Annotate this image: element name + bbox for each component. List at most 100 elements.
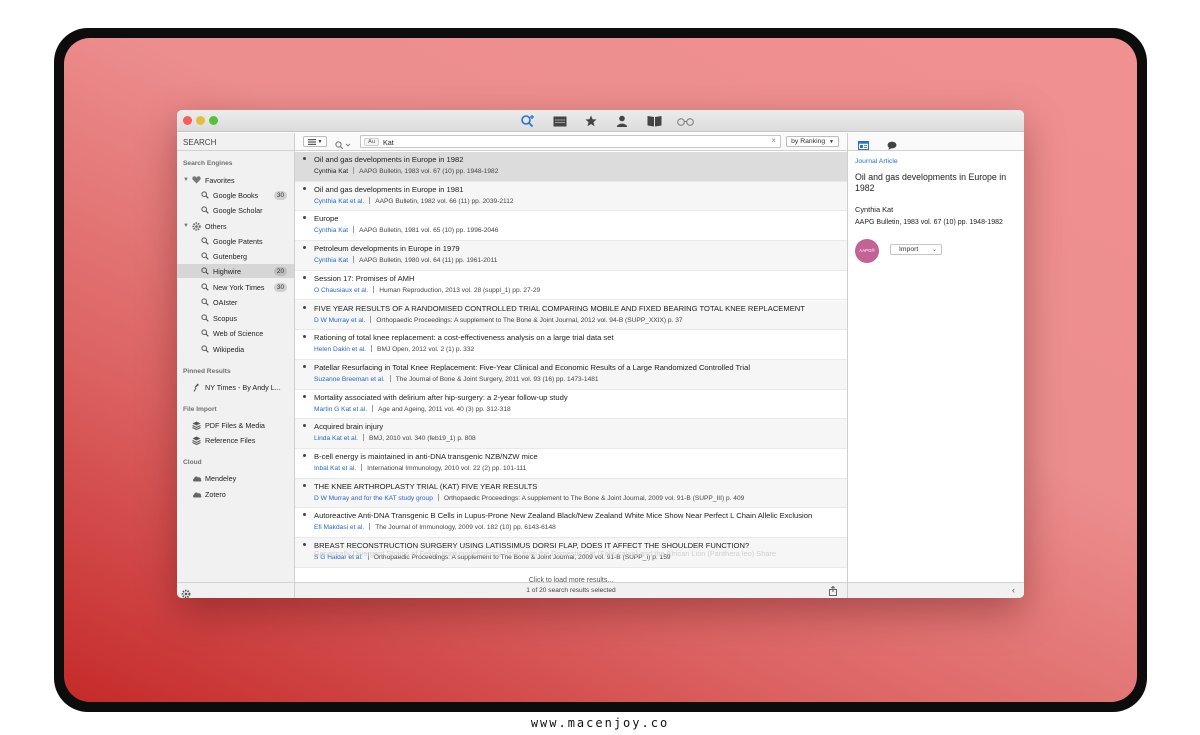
result-authors[interactable]: O Chausiaux et al. — [314, 287, 368, 294]
result-source: International Immunology, 2010 vol. 22 (… — [367, 465, 527, 472]
search-bar: Au × — [333, 135, 781, 150]
inbox-icon[interactable] — [551, 113, 569, 129]
info-card-icon[interactable] — [858, 137, 869, 155]
search-field[interactable]: Au × — [360, 135, 781, 148]
result-row[interactable]: Oil and gas developments in Europe in 19… — [295, 152, 847, 182]
chevron-down-icon: ▼ — [829, 139, 834, 145]
zoom-window-button[interactable] — [209, 116, 218, 125]
result-authors[interactable]: Efi Makdasi et al. — [314, 524, 364, 531]
star-icon[interactable] — [582, 113, 600, 129]
result-row[interactable]: Oil and gas developments in Europe in 19… — [295, 181, 847, 212]
result-meta: Helen Dakin et al. BMJ Open, 2012 vol. 2 … — [314, 345, 842, 353]
import-button[interactable]: Import ⌄ — [890, 244, 942, 255]
result-title: Oil and gas developments in Europe in 19… — [314, 184, 464, 194]
search-add-icon[interactable] — [519, 113, 537, 129]
result-title: Petroleum developments in Europe in 1979 — [314, 244, 460, 254]
list-icon — [307, 138, 316, 145]
share-icon[interactable] — [829, 585, 837, 598]
divider — [361, 464, 363, 471]
result-row[interactable]: Acquired brain injury Linda Kat et al. BMJ… — [295, 419, 847, 449]
result-authors[interactable]: Cynthia Kat — [314, 257, 348, 264]
cloud-zotero[interactable]: Zotero — [177, 487, 294, 501]
result-source: AAPG Bulletin, 1983 vol. 67 (10) pp. 194… — [359, 168, 499, 175]
cloud-mendeley[interactable]: Mendeley — [177, 471, 294, 485]
result-source: AAPG Bulletin, 1982 vol. 66 (11) pp. 203… — [375, 197, 514, 205]
result-meta: Cynthia Kat AAPG Bulletin, 1981 vol. 65 (… — [314, 226, 842, 234]
result-row[interactable]: Rationing of total knee replacement: a c… — [295, 330, 847, 360]
list-menu-button[interactable]: ▼ — [303, 136, 327, 147]
result-row[interactable]: Autoreactive Anti-DNA Transgenic B Cells… — [295, 508, 847, 539]
bullet-icon — [303, 216, 306, 220]
result-meta: D W Murray and for the KAT study group Or… — [314, 493, 842, 502]
person-icon[interactable] — [613, 113, 631, 129]
import-reference-files[interactable]: Reference Files — [177, 433, 294, 447]
section-cloud: Cloud — [183, 459, 202, 466]
magnifier-icon — [201, 283, 209, 291]
disclosure-triangle-icon[interactable]: ▼ — [183, 177, 189, 183]
collapse-chevron-left-icon[interactable]: ‹ — [1012, 585, 1015, 595]
engine-wikipedia[interactable]: Wikipedia — [177, 342, 294, 356]
result-row[interactable]: THE KNEE ARTHROPLASTY TRIAL (KAT) FIVE Y… — [295, 478, 847, 509]
import-pdf-files[interactable]: PDF Files & Media — [177, 418, 294, 432]
bullet-icon — [303, 157, 306, 160]
engine-oaister[interactable]: OAIster — [177, 295, 294, 309]
cloud-item-label: Mendeley — [205, 473, 237, 483]
engine-gutenberg[interactable]: Gutenberg — [177, 249, 294, 263]
sort-by-ranking-button[interactable]: by Ranking ▼ — [786, 136, 839, 147]
engine-google-scholar[interactable]: Google Scholar — [177, 203, 294, 217]
pinned-item[interactable]: NY Times - By Andy L... — [177, 380, 294, 394]
result-authors[interactable]: Martin G Kat et al. — [314, 406, 367, 413]
result-source: Orthopaedic Proceedings: A supplement to… — [443, 494, 745, 502]
result-authors[interactable]: Cynthia Kat — [314, 227, 348, 234]
result-authors[interactable]: Helen Dakin et al. — [314, 346, 366, 353]
group-favorites[interactable]: ▼ Favorites — [177, 173, 294, 187]
minimize-window-button[interactable] — [196, 116, 205, 125]
engine-google-books[interactable]: Google Books 30 — [177, 188, 294, 202]
engine-web-of-science[interactable]: Web of Science — [177, 326, 294, 340]
chevron-down-icon: ▼ — [317, 138, 323, 145]
result-title: Oil and gas developments in Europe in 19… — [314, 155, 464, 164]
library-icon[interactable] — [645, 113, 663, 129]
result-authors[interactable]: Inbal Kat et al. — [314, 465, 356, 472]
bullet-icon — [303, 275, 306, 279]
engine-google-patents[interactable]: Google Patents — [177, 234, 294, 248]
result-source: BMJ, 2010 vol. 340 (feb19_1) p. 808 — [369, 435, 476, 443]
search-input[interactable] — [383, 137, 763, 147]
result-authors[interactable]: D W Murray and for the KAT study group — [314, 495, 433, 502]
divider — [369, 523, 371, 531]
result-authors[interactable]: Linda Kat et al. — [314, 435, 358, 442]
close-window-button[interactable] — [183, 116, 192, 125]
import-item-label: Reference Files — [205, 435, 256, 445]
result-source: AAPG Bulletin, 1980 vol. 64 (11) pp. 196… — [359, 257, 498, 265]
result-row[interactable]: Europe Cynthia Kat AAPG Bulletin, 1981 vol… — [295, 211, 847, 242]
result-authors[interactable]: Cynthia Kat et al. — [314, 198, 364, 205]
comment-bubble-icon[interactable] — [887, 137, 897, 155]
author-field-chip[interactable]: Au — [364, 138, 380, 146]
engine-scopus[interactable]: Scopus — [177, 311, 294, 325]
result-title: Europe — [314, 214, 339, 224]
settings-gear-icon[interactable] — [181, 586, 191, 598]
bullet-icon — [303, 246, 306, 250]
result-row[interactable]: Mortality associated with delirium after… — [295, 390, 847, 420]
result-row[interactable]: Petroleum developments in Europe in 1979… — [295, 241, 847, 271]
engine-label: OAIster — [213, 297, 238, 307]
group-others[interactable]: ▼ Others — [177, 219, 294, 233]
result-row[interactable]: B-cell energy is maintained in anti-DNA … — [295, 449, 847, 479]
reader-glasses-icon[interactable] — [676, 113, 694, 129]
disclosure-triangle-icon[interactable]: ▼ — [183, 223, 189, 229]
result-authors[interactable]: Cynthia Kat — [314, 168, 348, 175]
result-authors[interactable]: Suzanne Breeman et al. — [314, 376, 385, 383]
article-type[interactable]: Journal Article — [855, 158, 898, 165]
engine-label: Google Scholar — [213, 205, 263, 215]
engine-new-york-times[interactable]: New York Times 30 — [177, 280, 294, 294]
divider — [437, 493, 439, 501]
divider — [372, 404, 374, 412]
sidebar-footer — [177, 582, 294, 598]
result-row[interactable]: Session 17: Promises of AMH O Chausiaux e… — [295, 271, 847, 301]
clear-search-icon[interactable]: × — [771, 136, 776, 145]
result-row[interactable]: Patellar Resurfacing in Total Knee Repla… — [295, 359, 847, 390]
result-authors[interactable]: D W Murray et al. — [314, 317, 365, 324]
engine-highwire[interactable]: Highwire 20 — [177, 264, 294, 278]
cloud-icon — [192, 491, 202, 498]
result-row[interactable]: FIVE YEAR RESULTS OF A RANDOMISED CONTRO… — [295, 300, 847, 331]
